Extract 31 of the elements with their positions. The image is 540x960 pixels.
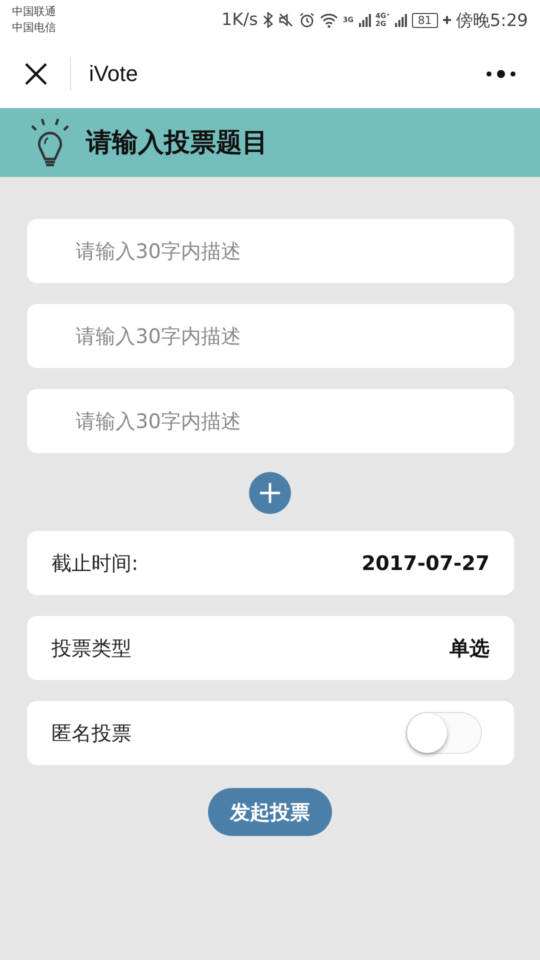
option-input[interactable]: 请输入30字内描述	[26, 304, 514, 368]
setting-row[interactable]: 投票类型 单选	[26, 616, 514, 680]
setting-label: 截止时间:	[52, 550, 138, 576]
battery-level: 81	[412, 12, 438, 28]
setting-value: 单选	[450, 634, 490, 662]
submit-button[interactable]: 发起投票	[208, 788, 332, 836]
lightbulb-icon	[28, 116, 72, 168]
page-title: iVote	[89, 61, 138, 87]
more-icon[interactable]	[486, 69, 516, 79]
setting-value: 2017-07-27	[362, 551, 490, 575]
signal-icon	[358, 13, 370, 27]
carrier-name: 中国电信	[12, 20, 56, 36]
setting-label: 投票类型	[52, 634, 132, 662]
option-input[interactable]: 请输入30字内描述	[26, 389, 514, 453]
setting-row[interactable]: 截止时间: 2017-07-27	[26, 531, 514, 595]
setting-label: 匿名投票	[52, 720, 132, 746]
carrier-name: 中国联通	[12, 4, 56, 20]
banner-title: 请输入投票题目	[86, 127, 268, 160]
close-icon[interactable]	[24, 62, 48, 86]
wifi-icon	[320, 12, 338, 28]
toggle-switch[interactable]	[406, 712, 482, 754]
clock: 傍晚5:29	[456, 10, 528, 32]
setting-row[interactable]: 匿名投票	[26, 701, 514, 765]
bluetooth-icon	[262, 12, 273, 28]
signal-icon	[394, 13, 407, 27]
network-speed: 1K/s	[221, 10, 258, 30]
mute-icon	[278, 12, 294, 28]
option-input[interactable]: 请输入30字内描述	[26, 219, 514, 283]
alarm-icon	[298, 12, 315, 28]
charging-icon	[442, 15, 451, 25]
add-icon[interactable]	[249, 472, 291, 514]
